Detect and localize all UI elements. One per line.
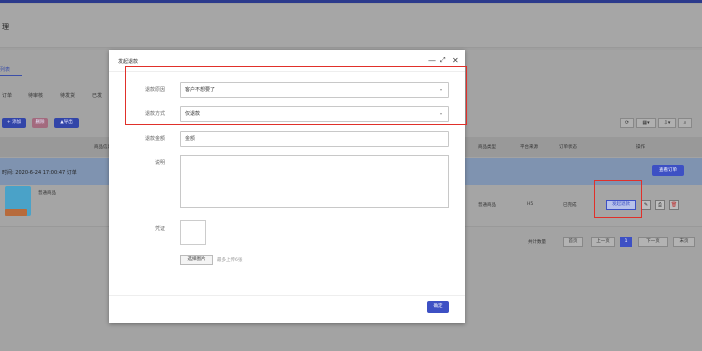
order-time: 时间: 2020-6-24 17:00:47 订单 <box>2 170 77 176</box>
pager-first[interactable]: 首页 <box>563 237 583 247</box>
pager-prev[interactable]: 上一页 <box>591 237 615 247</box>
refund-dialog: 发起退款 — ⤢ ✕ 退款原因 客户不想要了 ▾ 退款方式 仅退款 ▾ 退款金额… <box>109 50 467 323</box>
highlight-refund-fields <box>125 66 467 125</box>
filter-tab-shipped[interactable]: 已发 <box>92 92 102 99</box>
delete-icon[interactable]: 🗑 <box>669 200 679 210</box>
tab-active-underline <box>0 75 22 76</box>
page-header <box>0 4 702 48</box>
upload-hint: 最多上传6张 <box>217 258 243 263</box>
proof-upload-area[interactable] <box>180 220 206 245</box>
minimize-icon[interactable]: — <box>428 56 436 65</box>
refund-amount-input[interactable]: 金额 <box>180 131 449 147</box>
columns-icon[interactable]: ▦▾ <box>636 118 656 128</box>
view-order-button[interactable]: 查看订单 <box>652 165 684 176</box>
select-image-button[interactable]: 选择图片 <box>180 255 213 265</box>
close-icon[interactable]: ✕ <box>452 56 459 65</box>
platform-cell: H5 <box>527 202 534 207</box>
col-header-actions: 操作 <box>636 145 645 150</box>
amount-label: 退款金额 <box>144 136 165 142</box>
search-icon[interactable]: ⌕ <box>678 118 692 128</box>
filter-tab-orders[interactable]: 订单 <box>2 92 12 99</box>
delete-button[interactable]: 删除 <box>32 118 48 128</box>
add-button[interactable]: + 添加 <box>2 118 26 128</box>
pager-last[interactable]: 末页 <box>673 237 695 247</box>
page-title: 理 <box>2 23 9 31</box>
note-textarea[interactable] <box>180 155 449 208</box>
product-name: 普通商品 <box>38 191 56 196</box>
pager-total: 共计数量 <box>528 240 546 245</box>
print-icon[interactable]: ⎙ <box>655 200 665 210</box>
maximize-icon[interactable]: ⤢ <box>440 56 446 65</box>
pager-current[interactable]: 1 <box>620 237 632 247</box>
pager-next[interactable]: 下一页 <box>638 237 668 247</box>
refresh-icon[interactable]: ⟳ <box>620 118 634 128</box>
edit-icon[interactable]: ✎ <box>641 200 651 210</box>
export-button[interactable]: ▲导出 <box>54 118 79 128</box>
filter-tab-pending-ship[interactable]: 待发货 <box>60 92 75 99</box>
filter-tab-pending-review[interactable]: 待审核 <box>28 92 43 99</box>
dialog-footer-divider <box>109 295 465 296</box>
highlight-refund-button <box>594 180 642 218</box>
export-menu-icon[interactable]: ⇩▾ <box>658 118 676 128</box>
order-status-cell: 已完成 <box>563 203 577 208</box>
confirm-button[interactable]: 确定 <box>427 301 449 313</box>
tab-list[interactable]: 列表 <box>0 66 10 73</box>
product-type-cell: 普通商品 <box>478 203 496 208</box>
dialog-title: 发起退款 <box>118 59 139 65</box>
product-thumbnail-badge <box>5 209 27 216</box>
note-label: 说明 <box>154 160 165 166</box>
proof-label: 凭证 <box>154 226 165 232</box>
col-header-product-type: 商品类型 <box>478 145 496 150</box>
col-header-platform: 平台来源 <box>520 145 538 150</box>
col-header-order-status: 订单状态 <box>559 145 577 150</box>
